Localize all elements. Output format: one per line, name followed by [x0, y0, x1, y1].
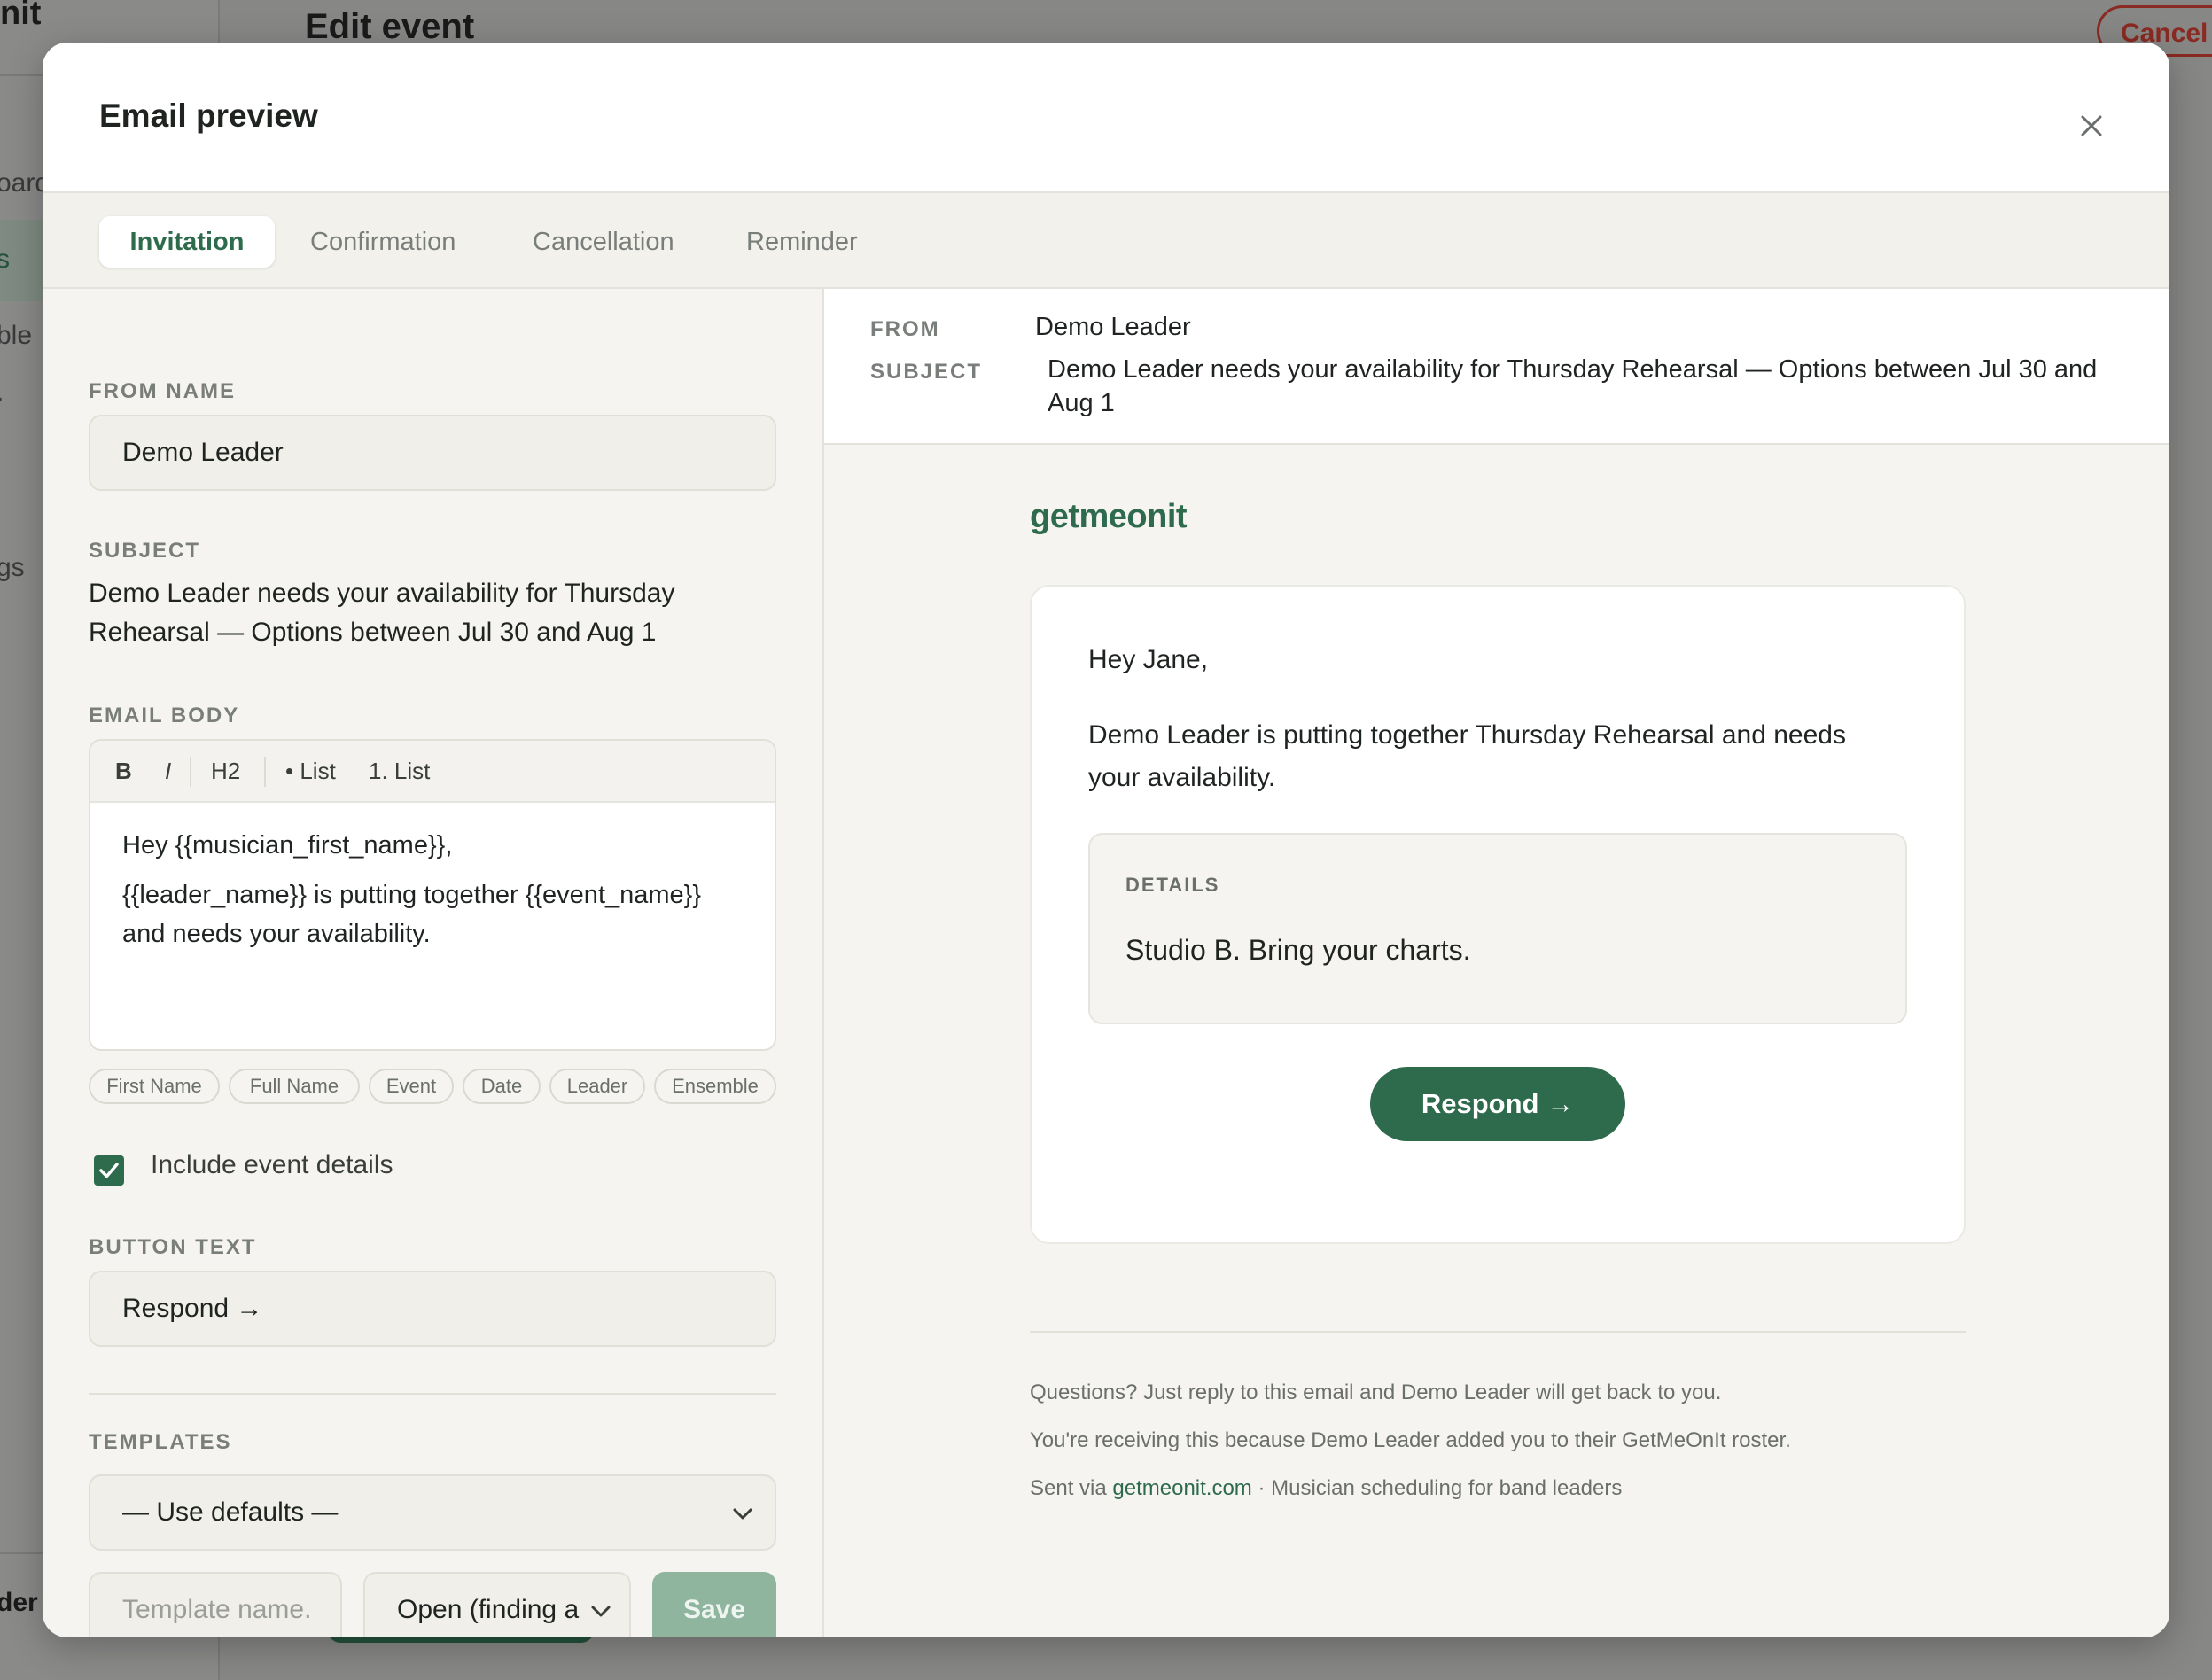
- footer-line: Sent via getmeonit.com · Musician schedu…: [1030, 1476, 1622, 1501]
- from-name-input[interactable]: Demo Leader: [89, 415, 776, 491]
- subject-label: SUBJECT: [89, 539, 201, 563]
- section-divider: [89, 1393, 776, 1395]
- modal-header: Email preview: [43, 43, 2169, 193]
- footer-tagline: · Musician scheduling for band leaders: [1258, 1476, 1623, 1500]
- toolbar-separator: [190, 757, 191, 787]
- templates-label: TEMPLATES: [89, 1430, 232, 1454]
- template-status-select[interactable]: Open (finding a: [363, 1572, 631, 1637]
- background-page-title: Edit event: [305, 7, 475, 46]
- chevron-down-icon: [733, 1508, 752, 1520]
- background-brand: nit: [0, 0, 42, 32]
- footer-line: Questions? Just reply to this email and …: [1030, 1381, 1722, 1404]
- email-body-editor: B I H2 • List 1. List Hey {{musician_fir…: [89, 739, 776, 1051]
- tab-invitation[interactable]: Invitation: [99, 216, 275, 268]
- body-line: Hey {{musician_first_name}},: [122, 831, 453, 859]
- close-icon: [2081, 115, 2102, 136]
- button-text-input[interactable]: Respond →: [89, 1271, 776, 1347]
- template-name-input[interactable]: Template name.: [89, 1572, 342, 1637]
- chip-event[interactable]: Event: [369, 1069, 454, 1104]
- heading-button[interactable]: H2: [211, 755, 240, 787]
- tab-reminder[interactable]: Reminder: [746, 216, 858, 268]
- include-details-checkbox[interactable]: [94, 1155, 124, 1186]
- preview-from-label: FROM: [870, 317, 940, 341]
- email-brand-logo: getmeonit: [1030, 498, 1188, 535]
- email-card: Hey Jane, Demo Leader is putting togethe…: [1030, 585, 1966, 1244]
- button-text-label: BUTTON TEXT: [89, 1235, 257, 1259]
- chip-ensemble[interactable]: Ensemble: [654, 1069, 776, 1104]
- editor-panel: FROM NAME Demo Leader SUBJECT Demo Leade…: [43, 289, 824, 1637]
- background-nav-item: ble: [0, 321, 33, 350]
- background-nav-item: .: [0, 377, 4, 408]
- footer-divider: [1030, 1331, 1966, 1333]
- preview-subject-value: Demo Leader needs your availability for …: [1048, 355, 2098, 417]
- email-preview-modal: Email preview Invitation Confirmation Ca…: [43, 43, 2169, 1637]
- chevron-down-icon: [591, 1606, 611, 1617]
- modal-title: Email preview: [99, 97, 318, 134]
- email-body-text: Demo Leader is putting together Thursday…: [1088, 720, 1846, 792]
- bullet-list-button[interactable]: • List: [285, 755, 336, 787]
- preview-subject-label: SUBJECT: [870, 360, 983, 384]
- templates-selected-value: — Use defaults —: [122, 1497, 339, 1527]
- footer-sent-via: Sent via: [1030, 1476, 1107, 1500]
- numbered-list-button[interactable]: 1. List: [369, 755, 430, 787]
- chip-leader[interactable]: Leader: [549, 1069, 645, 1104]
- body-line: {{leader_name}} is putting together {{ev…: [122, 881, 702, 948]
- italic-button[interactable]: I: [165, 755, 171, 787]
- templates-select[interactable]: — Use defaults —: [89, 1474, 776, 1551]
- tab-confirmation[interactable]: Confirmation: [310, 216, 456, 268]
- checkmark-icon: [99, 1163, 119, 1178]
- subject-value: Demo Leader needs your availability for …: [89, 579, 675, 647]
- tab-cancellation[interactable]: Cancellation: [533, 216, 674, 268]
- chip-date[interactable]: Date: [463, 1069, 541, 1104]
- email-body-label: EMAIL BODY: [89, 704, 240, 727]
- respond-button[interactable]: Respond →: [1370, 1067, 1625, 1141]
- footer-link[interactable]: getmeonit.com: [1112, 1476, 1251, 1500]
- close-button[interactable]: [2067, 99, 2116, 149]
- email-greeting: Hey Jane,: [1088, 645, 1209, 674]
- footer-line: You're receiving this because Demo Leade…: [1030, 1428, 1791, 1452]
- save-template-button[interactable]: Save: [652, 1572, 776, 1637]
- preview-from-value: Demo Leader: [1035, 313, 1191, 341]
- details-label: DETAILS: [1125, 874, 1220, 896]
- email-details-box: DETAILS Studio B. Bring your charts.: [1088, 833, 1907, 1024]
- from-name-label: FROM NAME: [89, 379, 236, 403]
- editor-toolbar: B I H2 • List 1. List: [90, 741, 775, 803]
- email-body-content[interactable]: Hey {{musician_first_name}}, {{leader_na…: [122, 826, 743, 964]
- chip-full-name[interactable]: Full Name: [229, 1069, 360, 1104]
- preview-meta: FROM Demo Leader SUBJECT Demo Leader nee…: [824, 289, 2169, 445]
- chip-first-name[interactable]: First Name: [89, 1069, 220, 1104]
- bold-button[interactable]: B: [115, 755, 132, 787]
- background-nav-item: gs: [0, 553, 25, 582]
- background-nav-item: s: [0, 245, 10, 274]
- toolbar-separator: [264, 757, 266, 787]
- template-status-value: Open (finding a: [397, 1595, 580, 1624]
- preview-panel: FROM Demo Leader SUBJECT Demo Leader nee…: [824, 289, 2169, 1637]
- email-type-tabs: Invitation Confirmation Cancellation Rem…: [43, 193, 2169, 289]
- background-user: der: [0, 1588, 38, 1617]
- include-details-label[interactable]: Include event details: [151, 1150, 393, 1180]
- details-text: Studio B. Bring your charts.: [1125, 934, 1471, 966]
